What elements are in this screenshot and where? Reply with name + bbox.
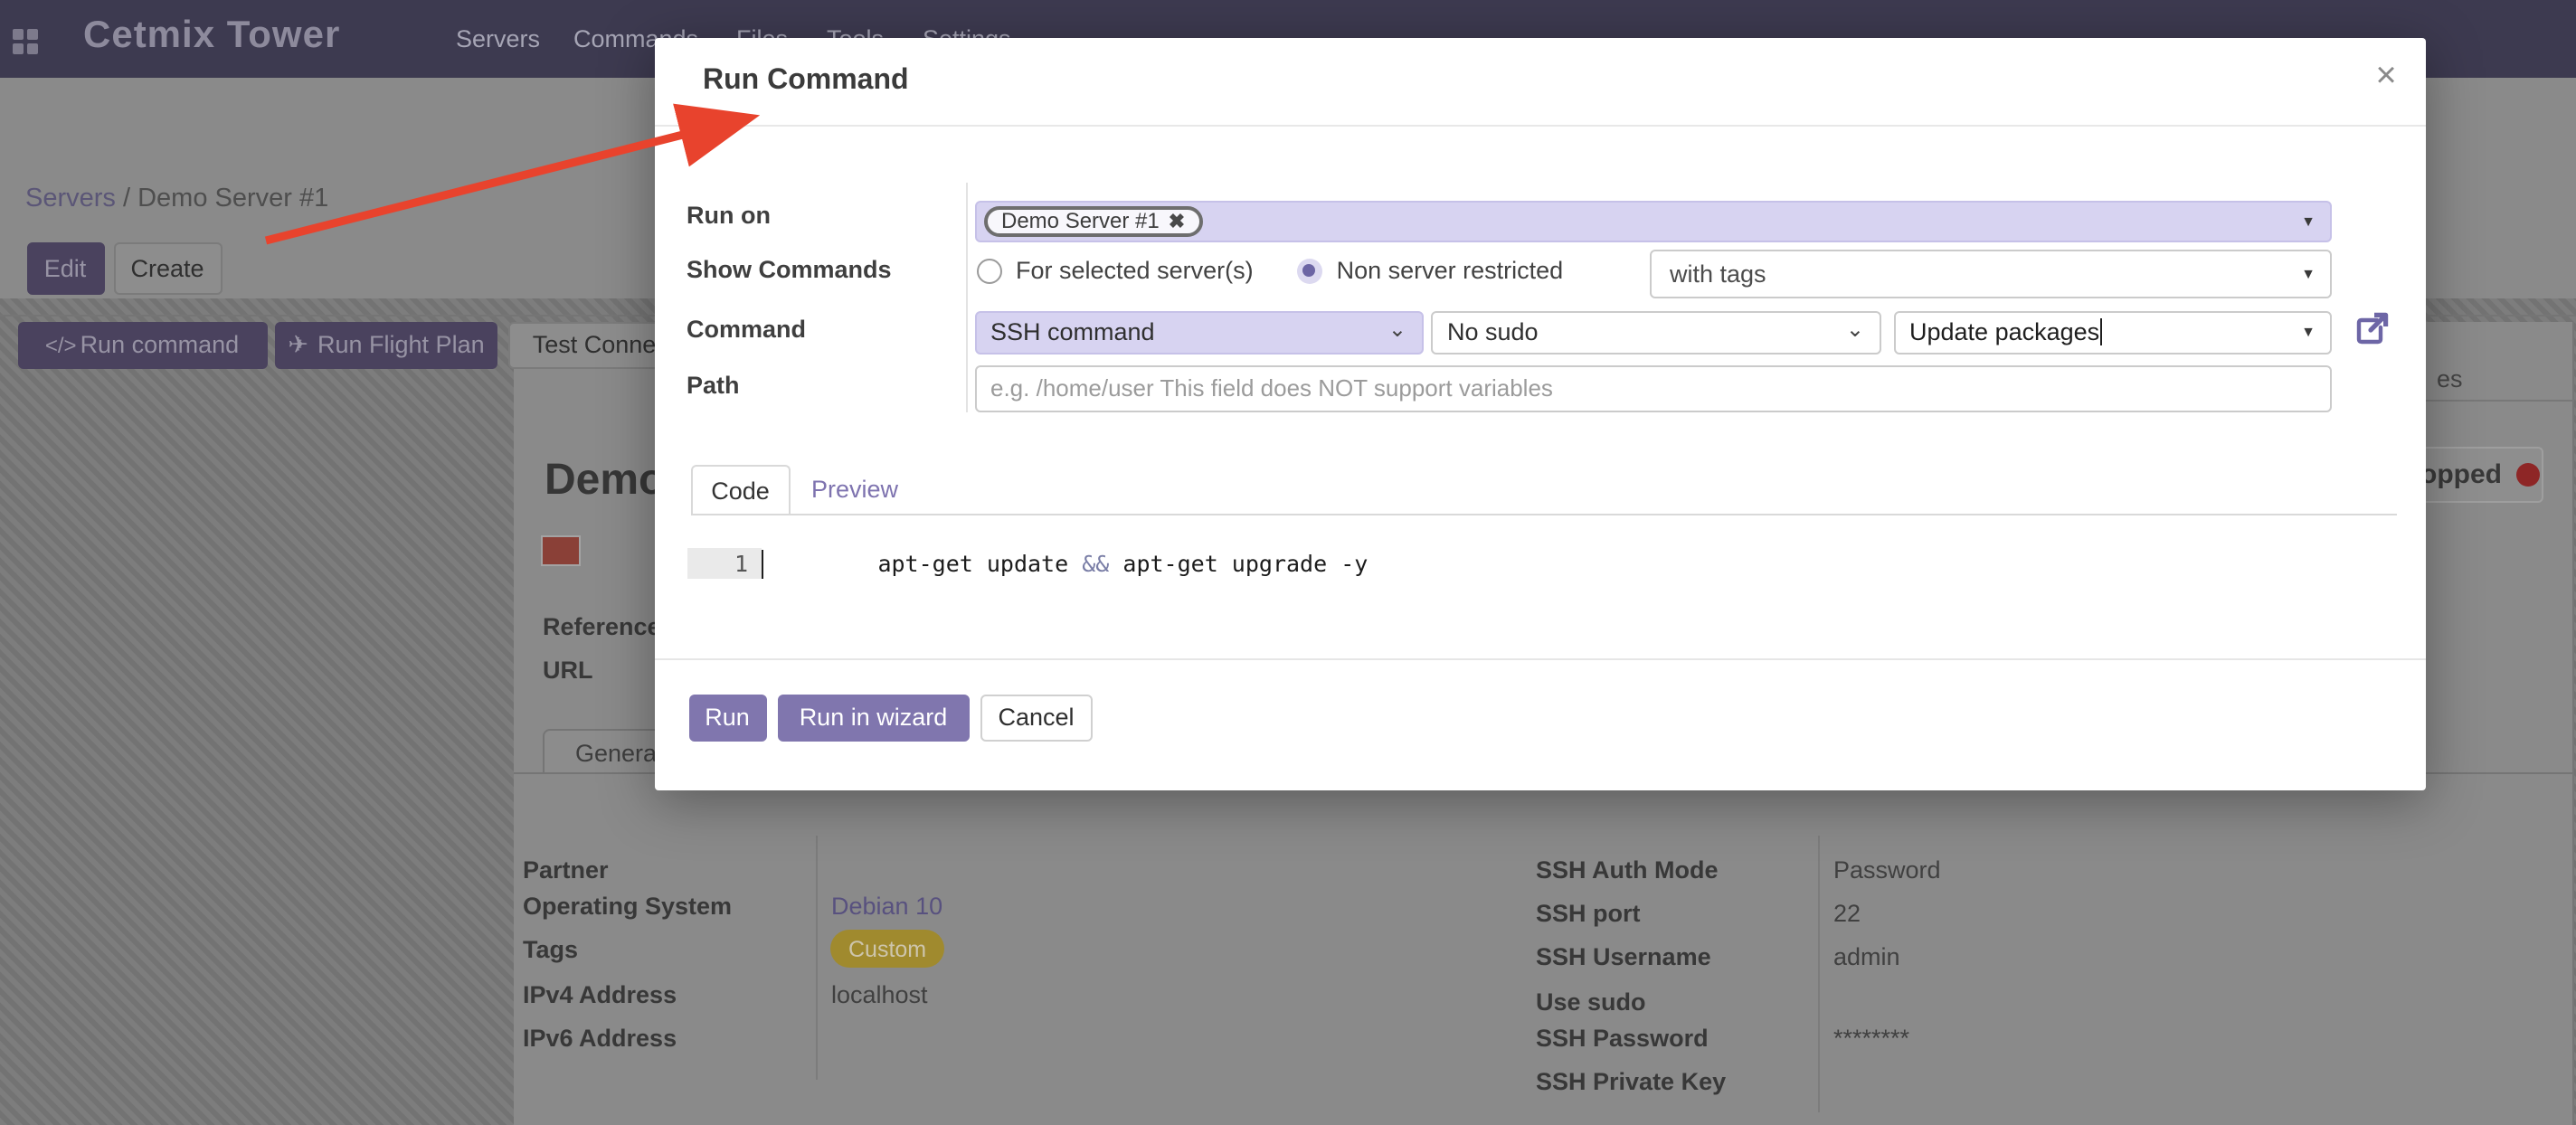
caret-down-icon: ▼: [2301, 325, 2330, 341]
modal-footer-divider: [654, 657, 2426, 659]
status-stopped-dot-icon: [2516, 463, 2540, 487]
form-column-rule: [965, 183, 967, 412]
plane-icon: ✈: [288, 330, 308, 359]
partner-label: Partner: [523, 856, 609, 883]
server-page-title: Demo: [545, 456, 665, 506]
server-chip[interactable]: Demo Server #1 ✖: [983, 206, 1203, 237]
run-command-modal: Run Command × Run on Show Commands Comma…: [654, 38, 2426, 790]
chevron-down-icon: ⌄: [1388, 317, 1421, 342]
reference-label: Reference: [543, 613, 661, 640]
radio-for-selected-servers[interactable]: [976, 258, 1001, 283]
code-editor[interactable]: 1 apt-get update && apt-get upgrade -y: [687, 548, 1368, 579]
radio-non-server-restricted-label[interactable]: Non server restricted: [1337, 257, 1564, 284]
external-link-icon[interactable]: [2353, 309, 2389, 349]
modal-tab-line: [690, 513, 2396, 515]
chevron-down-icon: ⌄: [1846, 317, 1879, 342]
tags-label: Tags: [523, 936, 578, 963]
os-value-link[interactable]: Debian 10: [831, 892, 942, 919]
ipv6-label: IPv6 Address: [523, 1025, 677, 1052]
with-tags-select[interactable]: with tags ▼: [1650, 250, 2332, 298]
radio-non-server-restricted[interactable]: [1297, 258, 1322, 283]
ssh-password-label: SSH Password: [1536, 1025, 1709, 1052]
ssh-username-value: admin: [1833, 942, 1900, 969]
left-group-divider: [815, 836, 817, 1080]
edit-button[interactable]: Edit: [26, 241, 104, 294]
ssh-username-label: SSH Username: [1536, 942, 1711, 969]
tab-preview[interactable]: Preview: [808, 465, 902, 514]
ssh-port-value: 22: [1833, 900, 1861, 927]
right-group-divider: [1818, 836, 1820, 1112]
radio-for-selected-servers-label[interactable]: For selected server(s): [1016, 257, 1254, 284]
run-button[interactable]: Run: [688, 694, 766, 742]
code-tag-icon: </>: [45, 332, 77, 357]
run-on-label: Run on: [687, 201, 771, 228]
cancel-button[interactable]: Cancel: [980, 694, 1092, 742]
code-cursor: [761, 549, 763, 578]
ssh-auth-mode-value: Password: [1833, 856, 1941, 883]
ipv4-value: localhost: [831, 980, 928, 1007]
app-title[interactable]: Cetmix Tower: [83, 14, 340, 58]
nav-item-servers[interactable]: Servers: [456, 25, 540, 52]
os-label: Operating System: [523, 892, 732, 919]
modal-title: Run Command: [703, 65, 909, 98]
text-cursor: [2099, 319, 2102, 346]
chip-remove-icon[interactable]: ✖: [1169, 210, 1185, 233]
caret-down-icon[interactable]: ▼: [2301, 213, 2330, 230]
breadcrumb-current: / Demo Server #1: [123, 184, 328, 213]
button-box-border: [2426, 400, 2574, 402]
tag-custom-badge[interactable]: Custom: [830, 930, 944, 968]
server-color-swatch[interactable]: [541, 535, 581, 566]
use-sudo-label: Use sudo: [1536, 988, 1646, 1016]
command-label: Command: [687, 315, 806, 342]
path-placeholder: e.g. /home/user This field does NOT supp…: [990, 374, 1553, 402]
ssh-auth-mode-label: SSH Auth Mode: [1536, 856, 1719, 883]
command-autocomplete-input[interactable]: Update packages ▼: [1893, 311, 2332, 354]
breadcrumb-servers-link[interactable]: Servers: [25, 184, 116, 213]
run-on-tags-field[interactable]: Demo Server #1 ✖ ▼: [974, 201, 2332, 241]
ssh-private-key-label: SSH Private Key: [1536, 1067, 1726, 1094]
path-label: Path: [687, 372, 740, 399]
command-type-select[interactable]: SSH command ⌄: [974, 311, 1423, 354]
smart-button-fragment[interactable]: es: [2437, 365, 2463, 392]
path-input[interactable]: e.g. /home/user This field does NOT supp…: [974, 364, 2332, 411]
run-in-wizard-button[interactable]: Run in wizard: [777, 694, 970, 742]
tab-general[interactable]: General: [543, 729, 662, 774]
create-button[interactable]: Create: [113, 241, 222, 294]
run-flight-plan-button[interactable]: ✈ Run Flight Plan: [275, 321, 497, 368]
ssh-password-value: ********: [1833, 1025, 1909, 1052]
show-commands-radios: For selected server(s) Non server restri…: [976, 257, 1563, 284]
tab-code[interactable]: Code: [690, 465, 791, 514]
caret-down-icon: ▼: [2301, 266, 2330, 282]
line-number: 1: [687, 548, 761, 579]
ipv4-label: IPv4 Address: [523, 980, 677, 1007]
show-commands-label: Show Commands: [687, 256, 892, 283]
sudo-select[interactable]: No sudo ⌄: [1431, 311, 1880, 354]
url-label: URL: [543, 657, 593, 684]
modal-header-divider: [654, 124, 2426, 126]
apps-grid-icon[interactable]: [13, 29, 38, 54]
app-screen: Cetmix Tower Servers Commands Files Tool…: [0, 0, 2576, 1125]
close-icon[interactable]: ×: [2364, 54, 2408, 98]
ssh-port-label: SSH port: [1536, 900, 1641, 927]
breadcrumb: Servers / Demo Server #1: [25, 184, 328, 213]
run-command-button[interactable]: </> Run command: [17, 321, 267, 368]
